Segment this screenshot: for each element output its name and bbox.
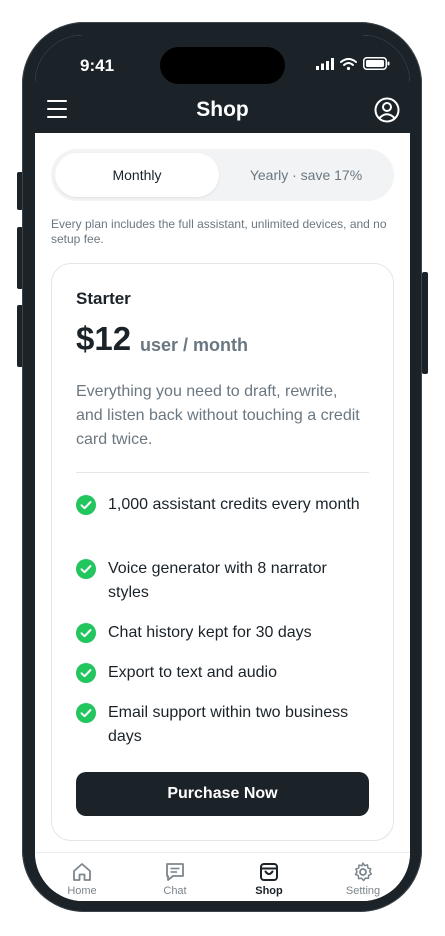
- check-circle-icon: [76, 559, 96, 579]
- feature-text: Email support within two business days: [108, 704, 349, 745]
- user-circle-icon[interactable]: [374, 97, 400, 123]
- feature-item: Chat history kept for 30 days: [76, 621, 369, 645]
- nav-item-home[interactable]: Home: [42, 861, 122, 897]
- monthly-option[interactable]: Monthly: [55, 153, 219, 197]
- wifi-icon: [340, 57, 357, 70]
- gear-icon: [354, 862, 373, 882]
- feature-text: 1,000 assistant credits every month: [108, 496, 360, 513]
- plan-name: Starter: [76, 289, 131, 308]
- phone-screen: 9:41 Shop Monthly Yearly · save 17% Ever…: [35, 35, 410, 901]
- feature-text: Voice generator with 8 narrator styles: [108, 560, 327, 601]
- plan-price: $12: [76, 320, 132, 357]
- feature-item: Email support within two business days: [76, 701, 369, 749]
- nav-item-chat[interactable]: Chat: [135, 861, 215, 897]
- signal-icon: [316, 57, 334, 70]
- feature-item: Export to text and audio: [76, 661, 369, 685]
- battery-icon: [363, 57, 390, 70]
- feature-item: 1,000 assistant credits every month: [76, 493, 369, 517]
- plan-note: Every plan includes the full assistant, …: [51, 217, 387, 246]
- purchase-now-button[interactable]: Purchase Now: [76, 772, 369, 816]
- home-icon: [73, 863, 91, 881]
- check-circle-icon: [76, 703, 96, 723]
- dynamic-island: [160, 47, 285, 84]
- status-time: 9:41: [80, 56, 115, 75]
- nav-label-home: Home: [67, 885, 97, 897]
- plan-price-unit: user / month: [140, 335, 249, 355]
- bottom-navigation: Home Chat Shop Setting: [35, 852, 410, 901]
- feature-text: Chat history kept for 30 days: [108, 624, 312, 641]
- nav-item-setting[interactable]: Setting: [323, 861, 403, 897]
- page-title: Shop: [196, 98, 249, 121]
- plan-card: Starter $12 user / month Everything you …: [51, 263, 394, 841]
- top-app-bar: 9:41 Shop: [35, 35, 410, 133]
- phone-power-button: [422, 272, 428, 374]
- divider: [76, 472, 369, 473]
- nav-item-shop[interactable]: Shop: [229, 861, 309, 897]
- plan-description: Everything you need to draft, rewrite, a…: [76, 383, 360, 448]
- nav-label-shop: Shop: [255, 885, 283, 897]
- billing-period-toggle: Monthly Yearly · save 17%: [51, 149, 394, 201]
- shopping-bag-icon: [260, 863, 278, 881]
- chat-icon: [166, 863, 184, 881]
- feature-item: Voice generator with 8 narrator styles: [76, 557, 369, 605]
- check-circle-icon: [76, 663, 96, 683]
- nav-label-chat: Chat: [163, 885, 187, 897]
- check-circle-icon: [76, 623, 96, 643]
- nav-label-setting: Setting: [345, 885, 381, 897]
- check-circle-icon: [76, 495, 96, 515]
- yearly-option[interactable]: Yearly · save 17%: [221, 153, 391, 197]
- status-icons: [316, 57, 390, 70]
- feature-text: Export to text and audio: [108, 664, 277, 681]
